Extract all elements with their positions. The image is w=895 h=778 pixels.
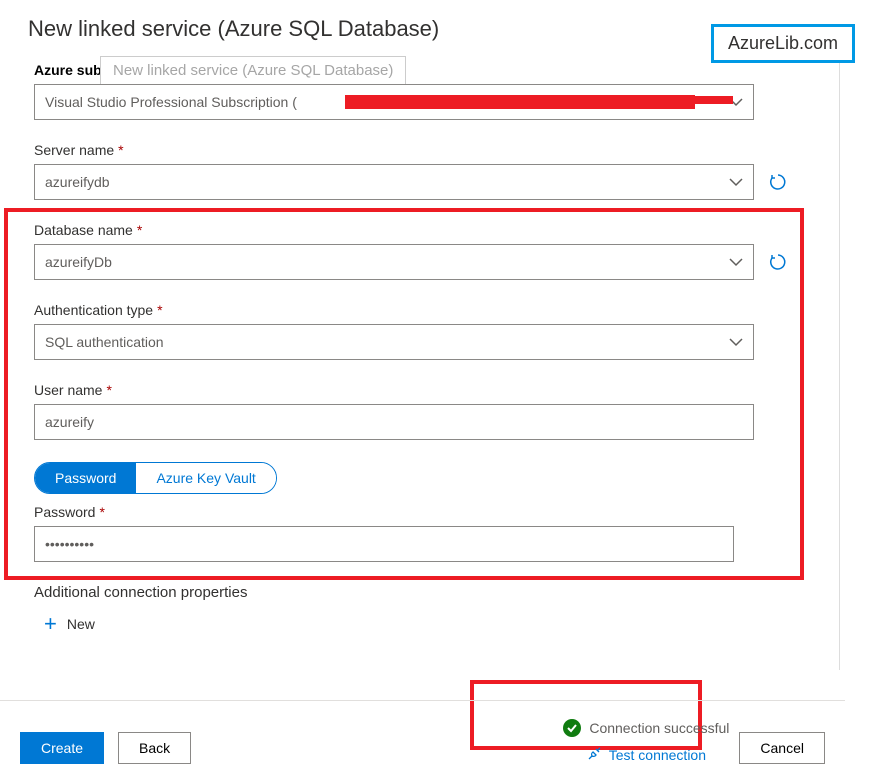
username-label: User name * (34, 382, 810, 398)
auth-type-label-text: Authentication type (34, 302, 153, 318)
server-value: azureifydb (45, 174, 729, 190)
watermark: AzureLib.com (711, 24, 855, 63)
linked-service-panel: New linked service (Azure SQL Database) … (0, 0, 840, 637)
plus-icon: + (44, 611, 57, 637)
check-icon (563, 719, 581, 737)
additional-props-title: Additional connection properties (34, 584, 810, 601)
tab-password[interactable]: Password (35, 463, 136, 493)
password-label: Password * (34, 504, 810, 520)
test-connection-button[interactable]: Test connection (587, 745, 706, 764)
bottom-toolbar: Create Back Connection successful Test c… (0, 700, 845, 764)
password-tab-group: Password Azure Key Vault (34, 462, 277, 494)
tab-azure-key-vault[interactable]: Azure Key Vault (136, 463, 275, 493)
chevron-down-icon (729, 257, 743, 267)
username-input[interactable] (34, 404, 754, 440)
required-marker: * (106, 382, 111, 398)
server-label-text: Server name (34, 142, 114, 158)
page-title: New linked service (Azure SQL Database) (28, 16, 820, 42)
new-property-button[interactable]: + New (44, 611, 95, 637)
password-input[interactable] (34, 526, 734, 562)
username-field: User name * (34, 382, 810, 440)
redaction-bar (345, 95, 695, 109)
subscription-dropdown[interactable]: Visual Studio Professional Subscription … (34, 84, 754, 120)
username-label-text: User name (34, 382, 102, 398)
required-marker: * (157, 302, 162, 318)
auth-type-dropdown[interactable]: SQL authentication (34, 324, 754, 360)
password-label-text: Password (34, 504, 95, 520)
chevron-down-icon (729, 337, 743, 347)
connection-success-status: Connection successful (563, 719, 729, 737)
auth-type-label: Authentication type * (34, 302, 810, 318)
chevron-down-icon (729, 177, 743, 187)
cancel-button[interactable]: Cancel (739, 732, 825, 764)
plug-icon (587, 745, 603, 764)
ghost-title: New linked service (Azure SQL Database) (100, 56, 406, 84)
database-label-text: Database name (34, 222, 133, 238)
server-field: Server name * azureifydb (34, 142, 810, 200)
refresh-database-button[interactable] (768, 252, 788, 272)
database-value: azureifyDb (45, 254, 729, 270)
refresh-server-button[interactable] (768, 172, 788, 192)
database-label: Database name * (34, 222, 810, 238)
back-button[interactable]: Back (118, 732, 191, 764)
connection-success-text: Connection successful (589, 720, 729, 736)
new-button-label: New (67, 616, 95, 632)
required-marker: * (137, 222, 142, 238)
required-marker: * (118, 142, 123, 158)
required-marker: * (99, 504, 104, 520)
test-connection-label: Test connection (609, 747, 706, 763)
database-field: Database name * azureifyDb (34, 222, 810, 280)
redaction-bar-2 (693, 96, 733, 104)
password-section: Password Azure Key Vault Password * (34, 462, 810, 562)
scrollbar-track[interactable] (839, 60, 840, 670)
auth-type-field: Authentication type * SQL authentication (34, 302, 810, 360)
create-button[interactable]: Create (20, 732, 104, 764)
auth-type-value: SQL authentication (45, 334, 729, 350)
connection-status-area: Connection successful Test connection (563, 719, 729, 764)
server-dropdown[interactable]: azureifydb (34, 164, 754, 200)
server-label: Server name * (34, 142, 810, 158)
database-dropdown[interactable]: azureifyDb (34, 244, 754, 280)
